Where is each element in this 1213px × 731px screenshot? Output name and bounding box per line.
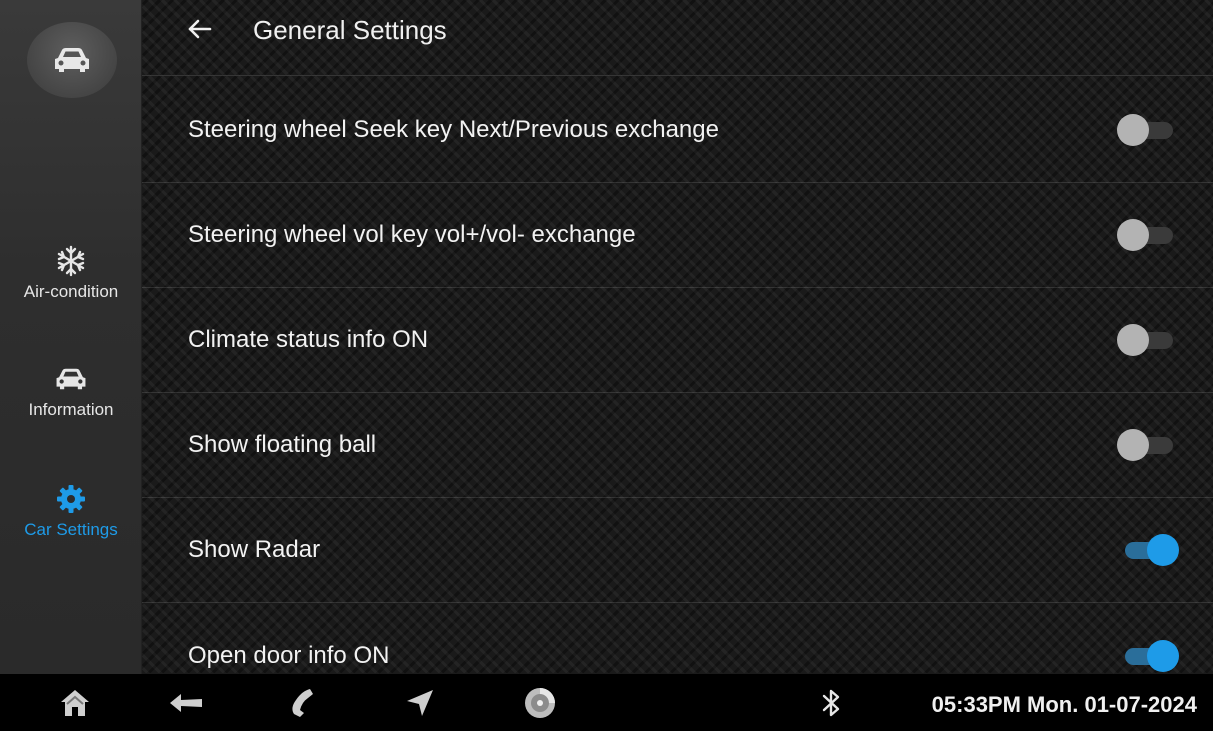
setting-label: Show floating ball xyxy=(188,431,377,458)
navigation-button[interactable] xyxy=(398,682,442,724)
setting-label: Open door info ON xyxy=(188,641,390,669)
floating-ball-toggle[interactable] xyxy=(1117,428,1179,462)
phone-button[interactable] xyxy=(282,682,326,724)
back-icon xyxy=(170,694,202,712)
setting-row-radar: Show Radar xyxy=(142,498,1213,603)
media-button[interactable] xyxy=(518,682,562,724)
sidebar-item-car-settings[interactable]: Car Settings xyxy=(0,482,142,540)
bottom-bar: 05:33PM Mon. 01-07-2024 xyxy=(0,674,1213,731)
toggle-knob xyxy=(1117,324,1149,356)
car-icon xyxy=(54,362,88,396)
setting-row-seek-exchange: Steering wheel Seek key Next/Previous ex… xyxy=(142,78,1213,183)
app-window: Air-condition Information Car Settings G… xyxy=(0,0,1213,731)
sidebar-item-label: Car Settings xyxy=(24,520,118,539)
seek-exchange-toggle[interactable] xyxy=(1117,113,1179,147)
setting-label: Steering wheel Seek key Next/Previous ex… xyxy=(188,116,719,143)
toggle-knob xyxy=(1147,534,1179,566)
setting-label: Show Radar xyxy=(188,536,321,563)
toggle-knob xyxy=(1117,429,1149,461)
sidebar: Air-condition Information Car Settings xyxy=(0,0,142,674)
gear-icon xyxy=(56,482,86,516)
radar-toggle[interactable] xyxy=(1117,533,1179,567)
media-icon xyxy=(525,688,555,718)
back-button[interactable] xyxy=(164,682,208,724)
setting-row-floating-ball: Show floating ball xyxy=(142,393,1213,498)
sidebar-item-information[interactable]: Information xyxy=(0,362,142,420)
toggle-knob xyxy=(1117,219,1149,251)
door-info-toggle[interactable] xyxy=(1117,639,1179,673)
climate-info-toggle[interactable] xyxy=(1117,323,1179,357)
clock: 05:33PM Mon. 01-07-2024 xyxy=(931,692,1197,717)
setting-label: Steering wheel vol key vol+/vol- exchang… xyxy=(188,221,636,248)
home-button[interactable] xyxy=(53,682,97,724)
toggle-knob xyxy=(1147,639,1179,672)
snowflake-icon xyxy=(55,244,87,278)
back-arrow-icon[interactable] xyxy=(186,15,214,43)
sidebar-item-air-condition[interactable]: Air-condition xyxy=(0,244,142,302)
car-icon xyxy=(55,48,89,72)
bluetooth-button[interactable] xyxy=(810,682,854,724)
toggle-knob xyxy=(1117,114,1149,146)
setting-row-vol-exchange: Steering wheel vol key vol+/vol- exchang… xyxy=(142,183,1213,288)
sidebar-item-label: Information xyxy=(28,400,114,419)
sidebar-item-label: Air-condition xyxy=(23,282,119,301)
vol-exchange-toggle[interactable] xyxy=(1117,218,1179,252)
settings-panel: General Settings Steering wheel Seek key… xyxy=(142,0,1213,674)
bluetooth-icon xyxy=(822,689,840,717)
setting-label: Climate status info ON xyxy=(188,326,429,353)
setting-row-climate-info: Climate status info ON xyxy=(142,288,1213,393)
page-title: General Settings xyxy=(253,15,447,45)
home-icon xyxy=(61,690,89,716)
header: General Settings xyxy=(142,0,1213,76)
setting-row-door-info: Open door info ON xyxy=(142,603,1213,674)
vehicle-home-button[interactable] xyxy=(27,22,117,98)
navigation-icon xyxy=(407,690,433,716)
phone-icon xyxy=(292,689,313,717)
